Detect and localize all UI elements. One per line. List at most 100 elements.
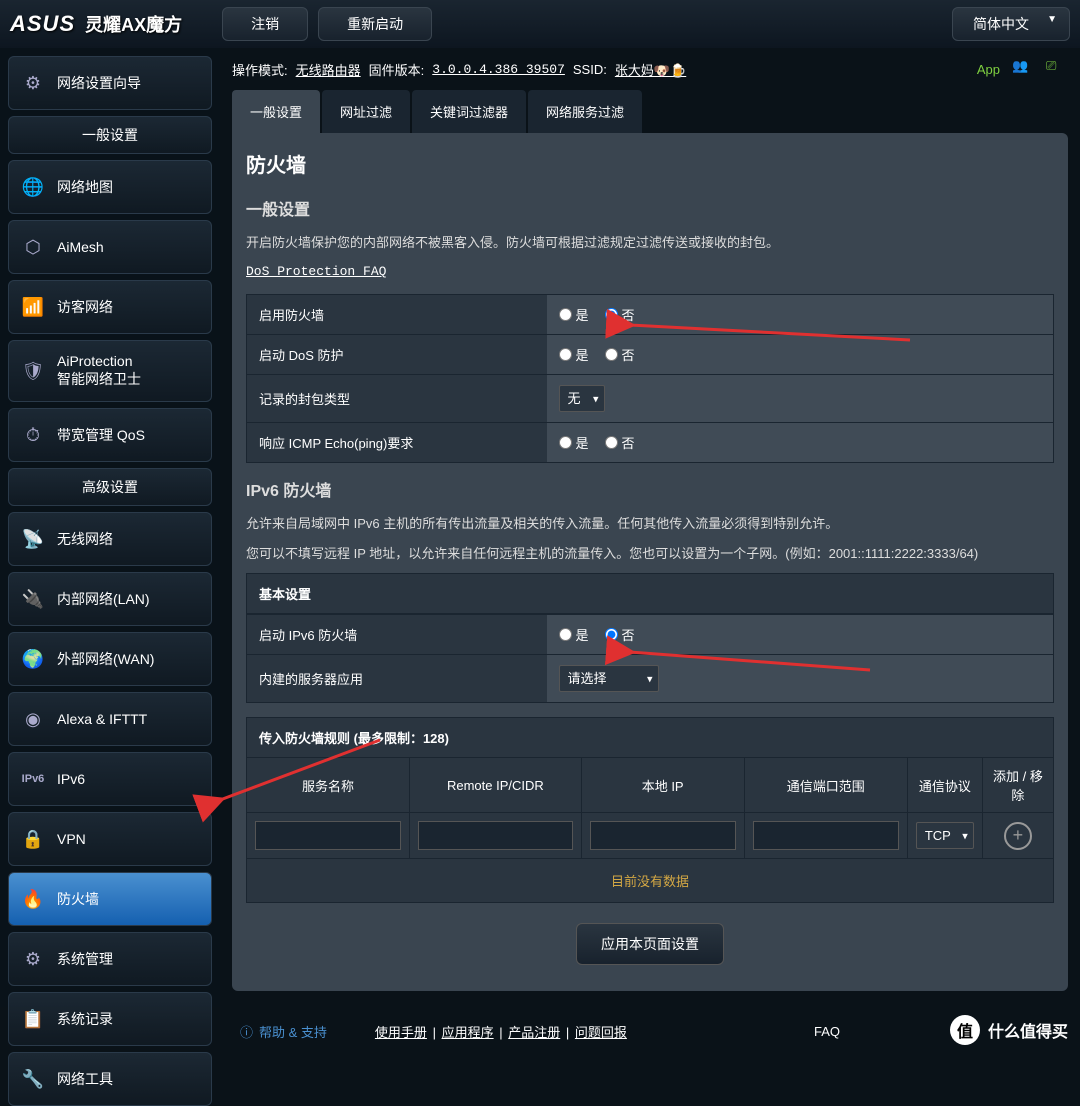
row-icmp: 响应 ICMP Echo(ping)要求 是 否 xyxy=(247,423,1054,463)
tab-service-filter[interactable]: 网络服务过滤 xyxy=(528,90,642,133)
guest-icon: 📶 xyxy=(19,293,47,321)
watermark-text: 什么值得买 xyxy=(988,1018,1068,1042)
product-name: 灵耀AX魔方 xyxy=(85,11,182,37)
settings-panel: 防火墙 一般设置 开启防火墙保护您的内部网络不被黑客入侵。防火墙可根据过滤规定过… xyxy=(232,133,1068,991)
row-enable-ipv6-fw: 启动 IPv6 防火墙 是 否 xyxy=(247,615,1054,655)
help-icon: ⓘ xyxy=(240,1022,253,1041)
section-general-title: 一般设置 xyxy=(246,196,1054,220)
remote-ip-input[interactable] xyxy=(418,821,573,850)
label-packet-type: 记录的封包类型 xyxy=(247,375,547,423)
reboot-button[interactable]: 重新启动 xyxy=(318,7,432,41)
ipv6fw-no[interactable]: 否 xyxy=(605,625,635,644)
packet-type-select[interactable]: 无 xyxy=(559,385,605,412)
tab-keyword-filter[interactable]: 关键词过滤器 xyxy=(412,90,526,133)
sidebar-item-label: AiProtection 智能网络卫士 xyxy=(57,353,141,389)
footer-register[interactable]: 产品注册 xyxy=(508,1025,560,1040)
gear-icon: ⚙ xyxy=(19,945,47,973)
label-icmp: 响应 ICMP Echo(ping)要求 xyxy=(247,423,547,463)
service-name-input[interactable] xyxy=(255,821,401,850)
fw-label: 固件版本: xyxy=(369,60,425,79)
sidebar-item-label: 带宽管理 QoS xyxy=(57,425,145,445)
col-service: 服务名称 xyxy=(247,758,410,813)
sidebar-item-network-map[interactable]: 🌐 网络地图 xyxy=(8,160,212,214)
sidebar-item-label: IPv6 xyxy=(57,771,85,787)
sidebar-item-lan[interactable]: 🔌 内部网络(LAN) xyxy=(8,572,212,626)
icmp-no[interactable]: 否 xyxy=(605,433,635,452)
basic-settings-header: 基本设置 xyxy=(246,573,1054,614)
tab-bar: 一般设置 网址过滤 关键词过滤器 网络服务过滤 xyxy=(232,90,1068,133)
sidebar-item-wireless[interactable]: 📡 无线网络 xyxy=(8,512,212,566)
top-bar: ASUS 灵耀AX魔方 注销 重新启动 简体中文 xyxy=(0,0,1080,48)
enable-dos-yes[interactable]: 是 xyxy=(559,345,589,364)
sidebar-item-vpn[interactable]: 🔒 VPN xyxy=(8,812,212,866)
label-enable-firewall: 启用防火墙 xyxy=(247,295,547,335)
tab-url-filter[interactable]: 网址过滤 xyxy=(322,90,410,133)
shield-icon: 🛡 xyxy=(19,357,47,385)
mesh-icon: ⬡ xyxy=(19,233,47,261)
apply-button[interactable]: 应用本页面设置 xyxy=(576,923,724,965)
sidebar-item-alexa[interactable]: ◉ Alexa & IFTTT xyxy=(8,692,212,746)
sidebar-item-aimesh[interactable]: ⬡ AiMesh xyxy=(8,220,212,274)
col-remote-ip: Remote IP/CIDR xyxy=(410,758,582,813)
sidebar-item-label: 系统记录 xyxy=(57,1009,113,1029)
alexa-icon: ◉ xyxy=(19,705,47,733)
log-icon: 📋 xyxy=(19,1005,47,1033)
gear-icon: ⚙ xyxy=(19,69,47,97)
general-form-table: 启用防火墙 是 否 启动 DoS 防护 是 否 xyxy=(246,294,1054,463)
sidebar-item-tools[interactable]: 🔧 网络工具 xyxy=(8,1052,212,1106)
enable-fw-no[interactable]: 否 xyxy=(605,305,635,324)
label-server-app: 内建的服务器应用 xyxy=(247,655,547,703)
vpn-icon: 🔒 xyxy=(19,825,47,853)
icmp-yes[interactable]: 是 xyxy=(559,433,589,452)
sidebar-item-label: 防火墙 xyxy=(57,889,99,909)
wan-icon: 🌍 xyxy=(19,645,47,673)
users-icon[interactable]: 👥 xyxy=(1012,58,1034,80)
lan-icon: 🔌 xyxy=(19,585,47,613)
enable-dos-no[interactable]: 否 xyxy=(605,345,635,364)
sidebar-item-log[interactable]: 📋 系统记录 xyxy=(8,992,212,1046)
logout-button[interactable]: 注销 xyxy=(222,7,308,41)
page-title: 防火墙 xyxy=(246,149,1054,178)
local-ip-input[interactable] xyxy=(590,821,736,850)
sidebar-item-qos[interactable]: ⏱ 带宽管理 QoS xyxy=(8,408,212,462)
row-packet-type: 记录的封包类型 无 xyxy=(247,375,1054,423)
sidebar-wizard[interactable]: ⚙ 网络设置向导 xyxy=(8,56,212,110)
label-enable-ipv6-fw: 启动 IPv6 防火墙 xyxy=(247,615,547,655)
app-link[interactable]: App xyxy=(977,62,1000,77)
enable-fw-yes[interactable]: 是 xyxy=(559,305,589,324)
mode-value-link[interactable]: 无线路由器 xyxy=(296,60,361,79)
footer-feedback[interactable]: 问题回报 xyxy=(575,1025,627,1040)
fw-value-link[interactable]: 3.0.0.4.386_39507 xyxy=(432,62,565,77)
sidebar-item-label: 访客网络 xyxy=(57,297,113,317)
sidebar-item-label: Alexa & IFTTT xyxy=(57,711,147,727)
row-enable-dos: 启动 DoS 防护 是 否 xyxy=(247,335,1054,375)
footer-help[interactable]: ⓘ 帮助 & 支持 xyxy=(240,1022,327,1041)
protocol-select[interactable]: TCP xyxy=(916,822,974,849)
sidebar-item-ipv6[interactable]: IPv6 IPv6 xyxy=(8,752,212,806)
sidebar-item-guest[interactable]: 📶 访客网络 xyxy=(8,280,212,334)
ipv6-form-table: 启动 IPv6 防火墙 是 否 内建的服务器应用 请选择 xyxy=(246,614,1054,703)
footer-manual[interactable]: 使用手册 xyxy=(375,1025,427,1040)
sidebar-item-aiprotection[interactable]: 🛡 AiProtection 智能网络卫士 xyxy=(8,340,212,402)
ipv6fw-yes[interactable]: 是 xyxy=(559,625,589,644)
sidebar-item-wan[interactable]: 🌍 外部网络(WAN) xyxy=(8,632,212,686)
dos-faq-link[interactable]: DoS Protection FAQ xyxy=(246,264,386,279)
footer-faq[interactable]: FAQ xyxy=(814,1024,840,1039)
sidebar-item-firewall[interactable]: 🔥 防火墙 xyxy=(8,872,212,926)
ssid-value-link[interactable]: 张大妈🐶🍺 xyxy=(615,60,686,79)
tab-general[interactable]: 一般设置 xyxy=(232,90,320,133)
sidebar-item-admin[interactable]: ⚙ 系统管理 xyxy=(8,932,212,986)
general-desc: 开启防火墙保护您的内部网络不被黑客入侵。防火墙可根据过滤规定过滤传送或接收的封包… xyxy=(246,232,1054,254)
usb-icon[interactable]: ⎚ xyxy=(1046,58,1068,80)
port-range-input[interactable] xyxy=(753,821,899,850)
footer-apps[interactable]: 应用程序 xyxy=(442,1025,494,1040)
label-enable-dos: 启动 DoS 防护 xyxy=(247,335,547,375)
wifi-icon: 📡 xyxy=(19,525,47,553)
add-rule-button[interactable]: + xyxy=(1004,822,1032,850)
no-data-message: 目前没有数据 xyxy=(246,859,1054,903)
ipv6-icon: IPv6 xyxy=(19,765,47,793)
globe-icon: 🌐 xyxy=(19,173,47,201)
language-selector[interactable]: 简体中文 xyxy=(952,7,1070,41)
rule-table: 服务名称 Remote IP/CIDR 本地 IP 通信端口范围 通信协议 添加… xyxy=(246,757,1054,859)
server-app-select[interactable]: 请选择 xyxy=(559,665,659,692)
